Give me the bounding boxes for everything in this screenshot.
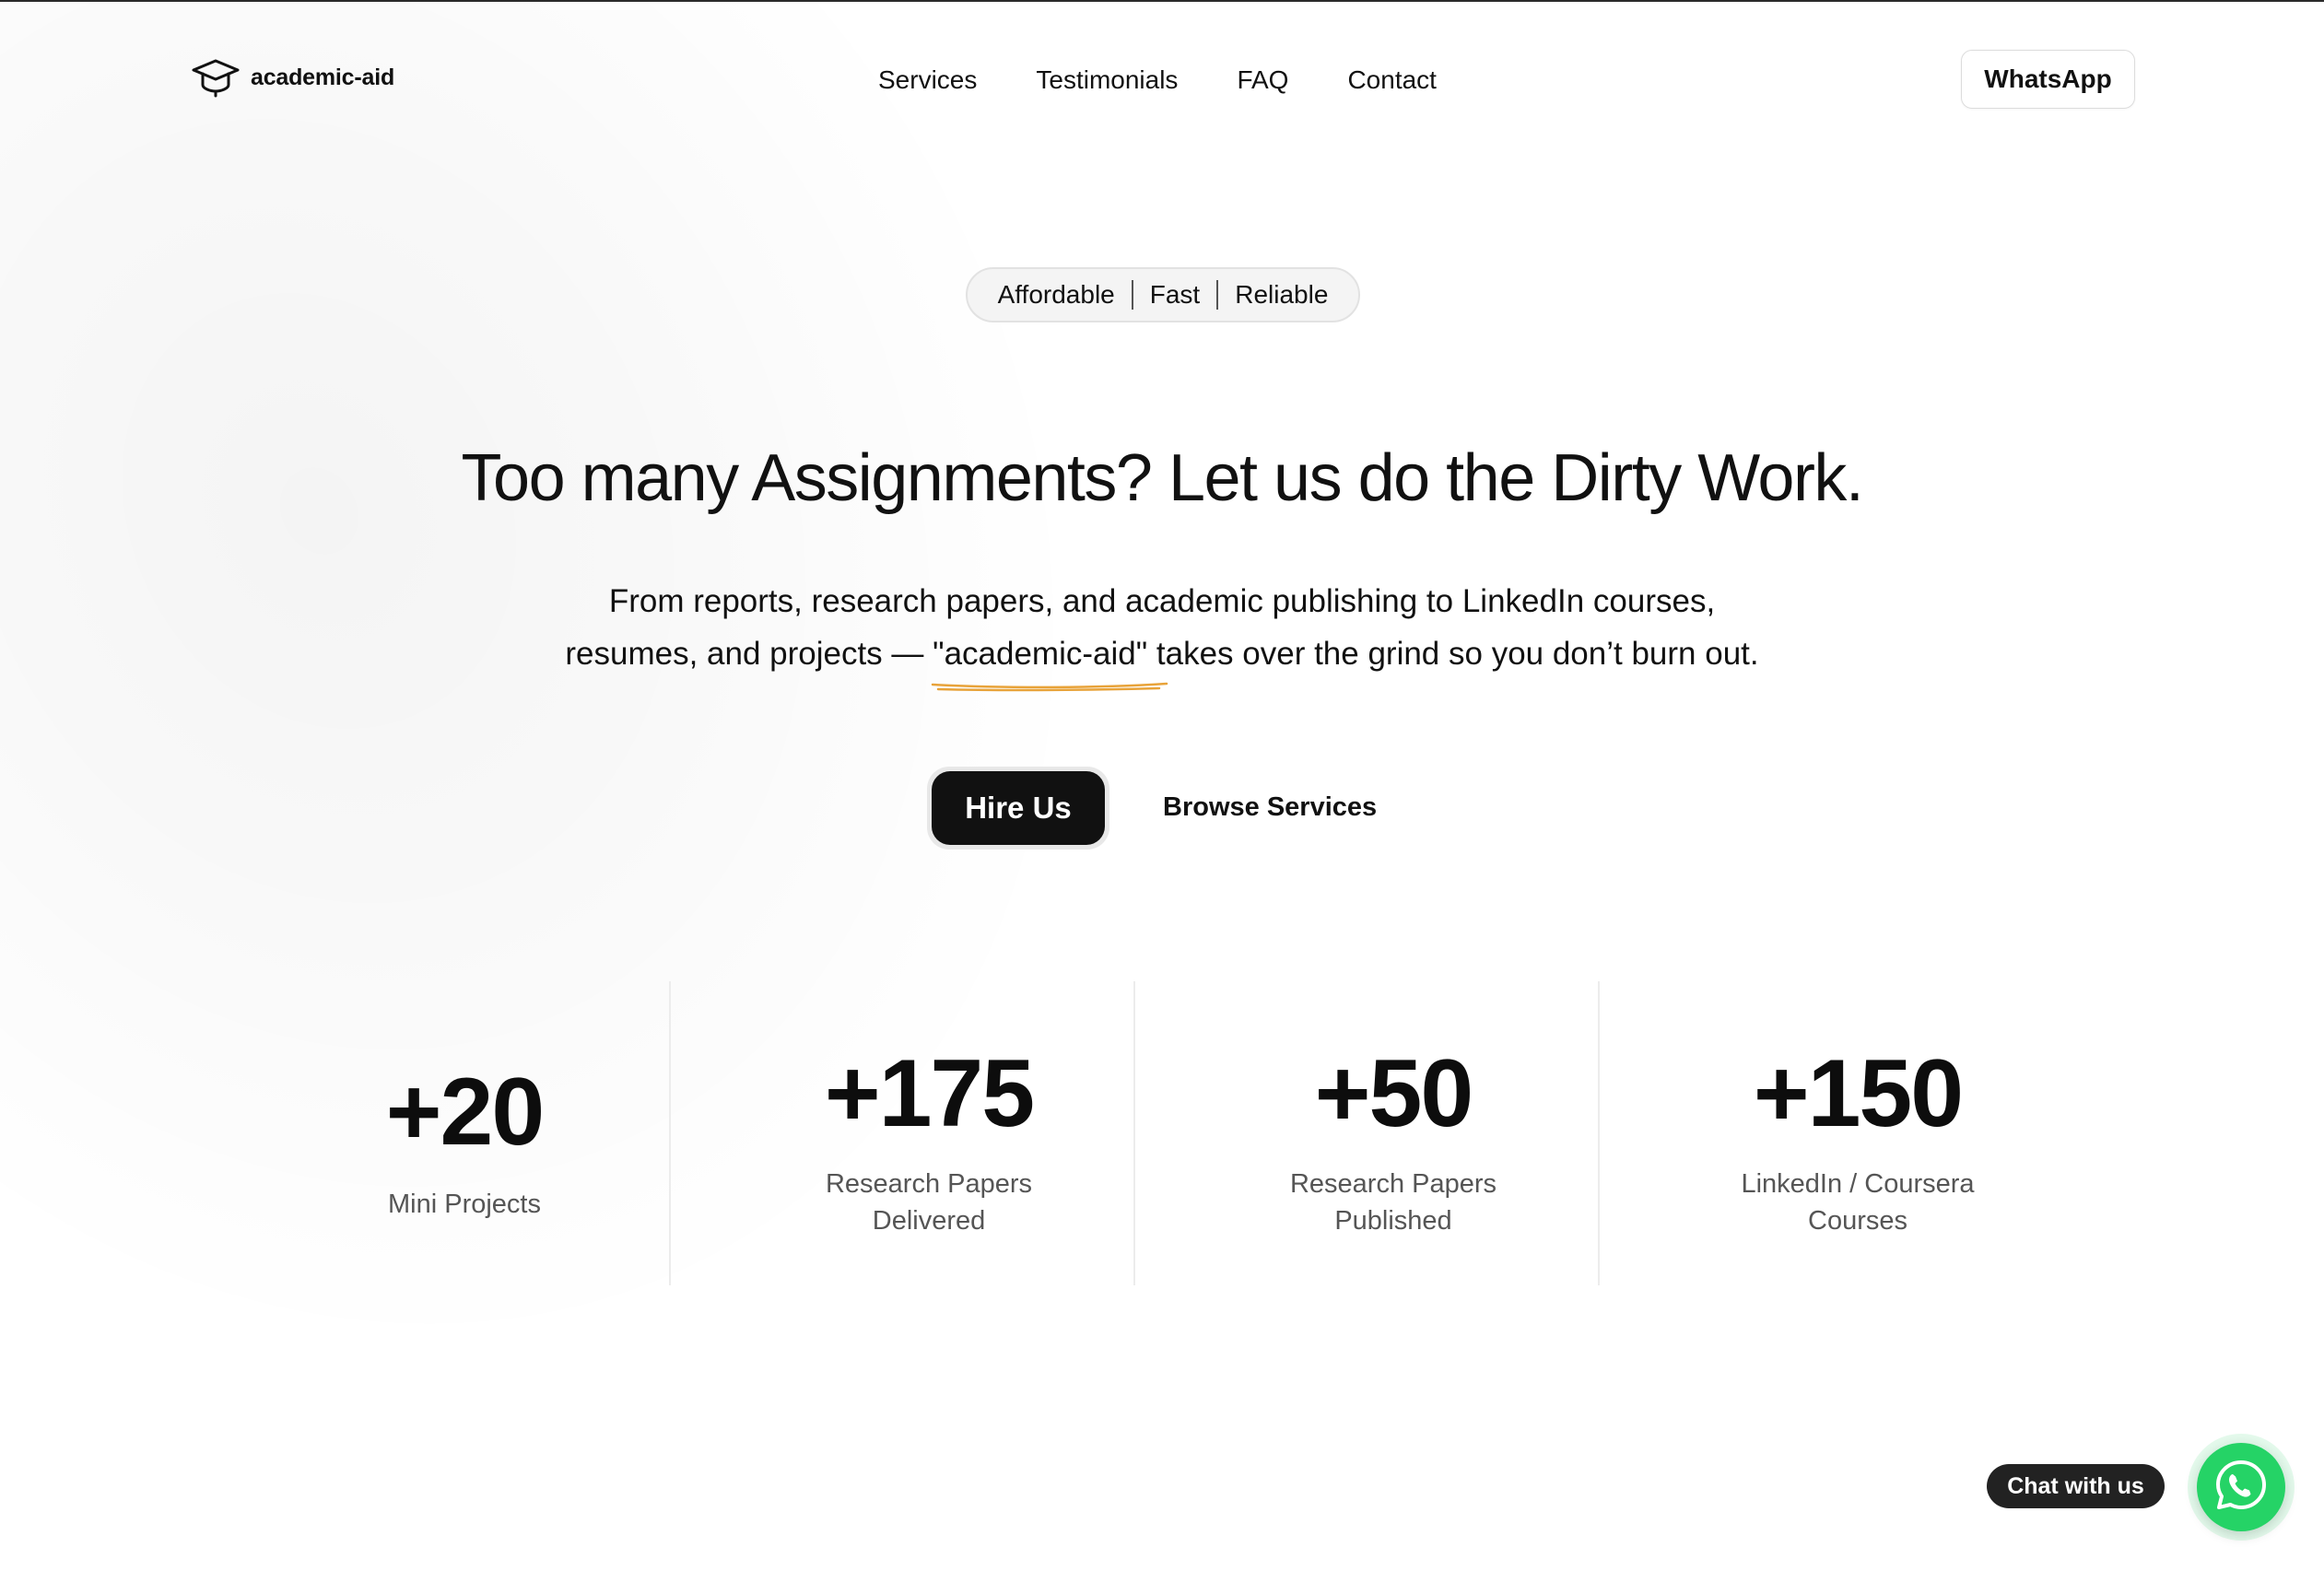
value-badge: Affordable Fast Reliable [966, 267, 1360, 322]
chat-with-us-label[interactable]: Chat with us [1987, 1464, 2165, 1508]
stat-value: +20 [385, 1059, 545, 1166]
stat-label: LinkedIn / Coursera Courses [1741, 1169, 1975, 1236]
badge-reliable: Reliable [1235, 280, 1329, 309]
hire-us-button[interactable]: Hire Us [927, 767, 1109, 850]
brand-logo[interactable]: academic-aid [192, 57, 394, 98]
browse-services-link[interactable]: Browse Services [1163, 792, 1377, 823]
stat-label: Mini Projects [388, 1190, 541, 1219]
nav-faq[interactable]: FAQ [1237, 64, 1288, 96]
graduation-cap-icon [192, 57, 240, 98]
subtitle-line-2-start: resumes, and projects — [565, 636, 933, 672]
hire-us-label: Hire Us [932, 771, 1105, 845]
stat-label: Research Papers Delivered [825, 1169, 1033, 1236]
badge-fast: Fast [1149, 280, 1201, 309]
stat-value: +50 [1314, 1040, 1473, 1147]
stat-divider [1133, 981, 1135, 1285]
subtitle-line-2-end: takes over the grind so you don’t burn o… [1147, 636, 1759, 672]
stat-label: Research Papers Published [1289, 1169, 1497, 1236]
whatsapp-icon [2212, 1457, 2270, 1518]
stat-courses: +150 LinkedIn / Coursera Courses [1626, 981, 2090, 1285]
badge-affordable: Affordable [997, 280, 1115, 309]
stat-mini-projects: +20 Mini Projects [232, 981, 697, 1285]
stat-value: +150 [1753, 1040, 1964, 1147]
badge-divider [1131, 280, 1133, 310]
subtitle-line-1: From reports, research papers, and acade… [608, 583, 1716, 619]
stats-section: +20 Mini Projects +175 Research Papers D… [232, 981, 2092, 1285]
badge-divider [1216, 280, 1219, 310]
nav-contact[interactable]: Contact [1347, 64, 1437, 96]
top-border [0, 0, 2324, 2]
main-nav: Services Testimonials FAQ Contact [878, 64, 1437, 96]
highlighted-brand: "academic-aid" [931, 627, 1168, 692]
highlighted-brand-text: "academic-aid" [933, 636, 1148, 672]
stat-value: +175 [824, 1040, 1035, 1147]
underline-scribble [931, 682, 1168, 692]
stat-divider [1598, 981, 1600, 1285]
hero-headline: Too many Assignments? Let us do the Dirt… [461, 441, 1864, 515]
brand-name: academic-aid [251, 64, 395, 90]
stat-research-delivered: +175 Research Papers Delivered [697, 981, 1161, 1285]
nav-services[interactable]: Services [878, 64, 977, 96]
stat-divider [669, 981, 671, 1285]
nav-testimonials[interactable]: Testimonials [1036, 64, 1178, 96]
stat-research-published: +50 Research Papers Published [1161, 981, 1626, 1285]
whatsapp-chat-button[interactable] [2197, 1443, 2285, 1531]
whatsapp-button[interactable]: WhatsApp [1961, 50, 2135, 109]
hero-subtitle: From reports, research papers, and acade… [0, 575, 2324, 692]
